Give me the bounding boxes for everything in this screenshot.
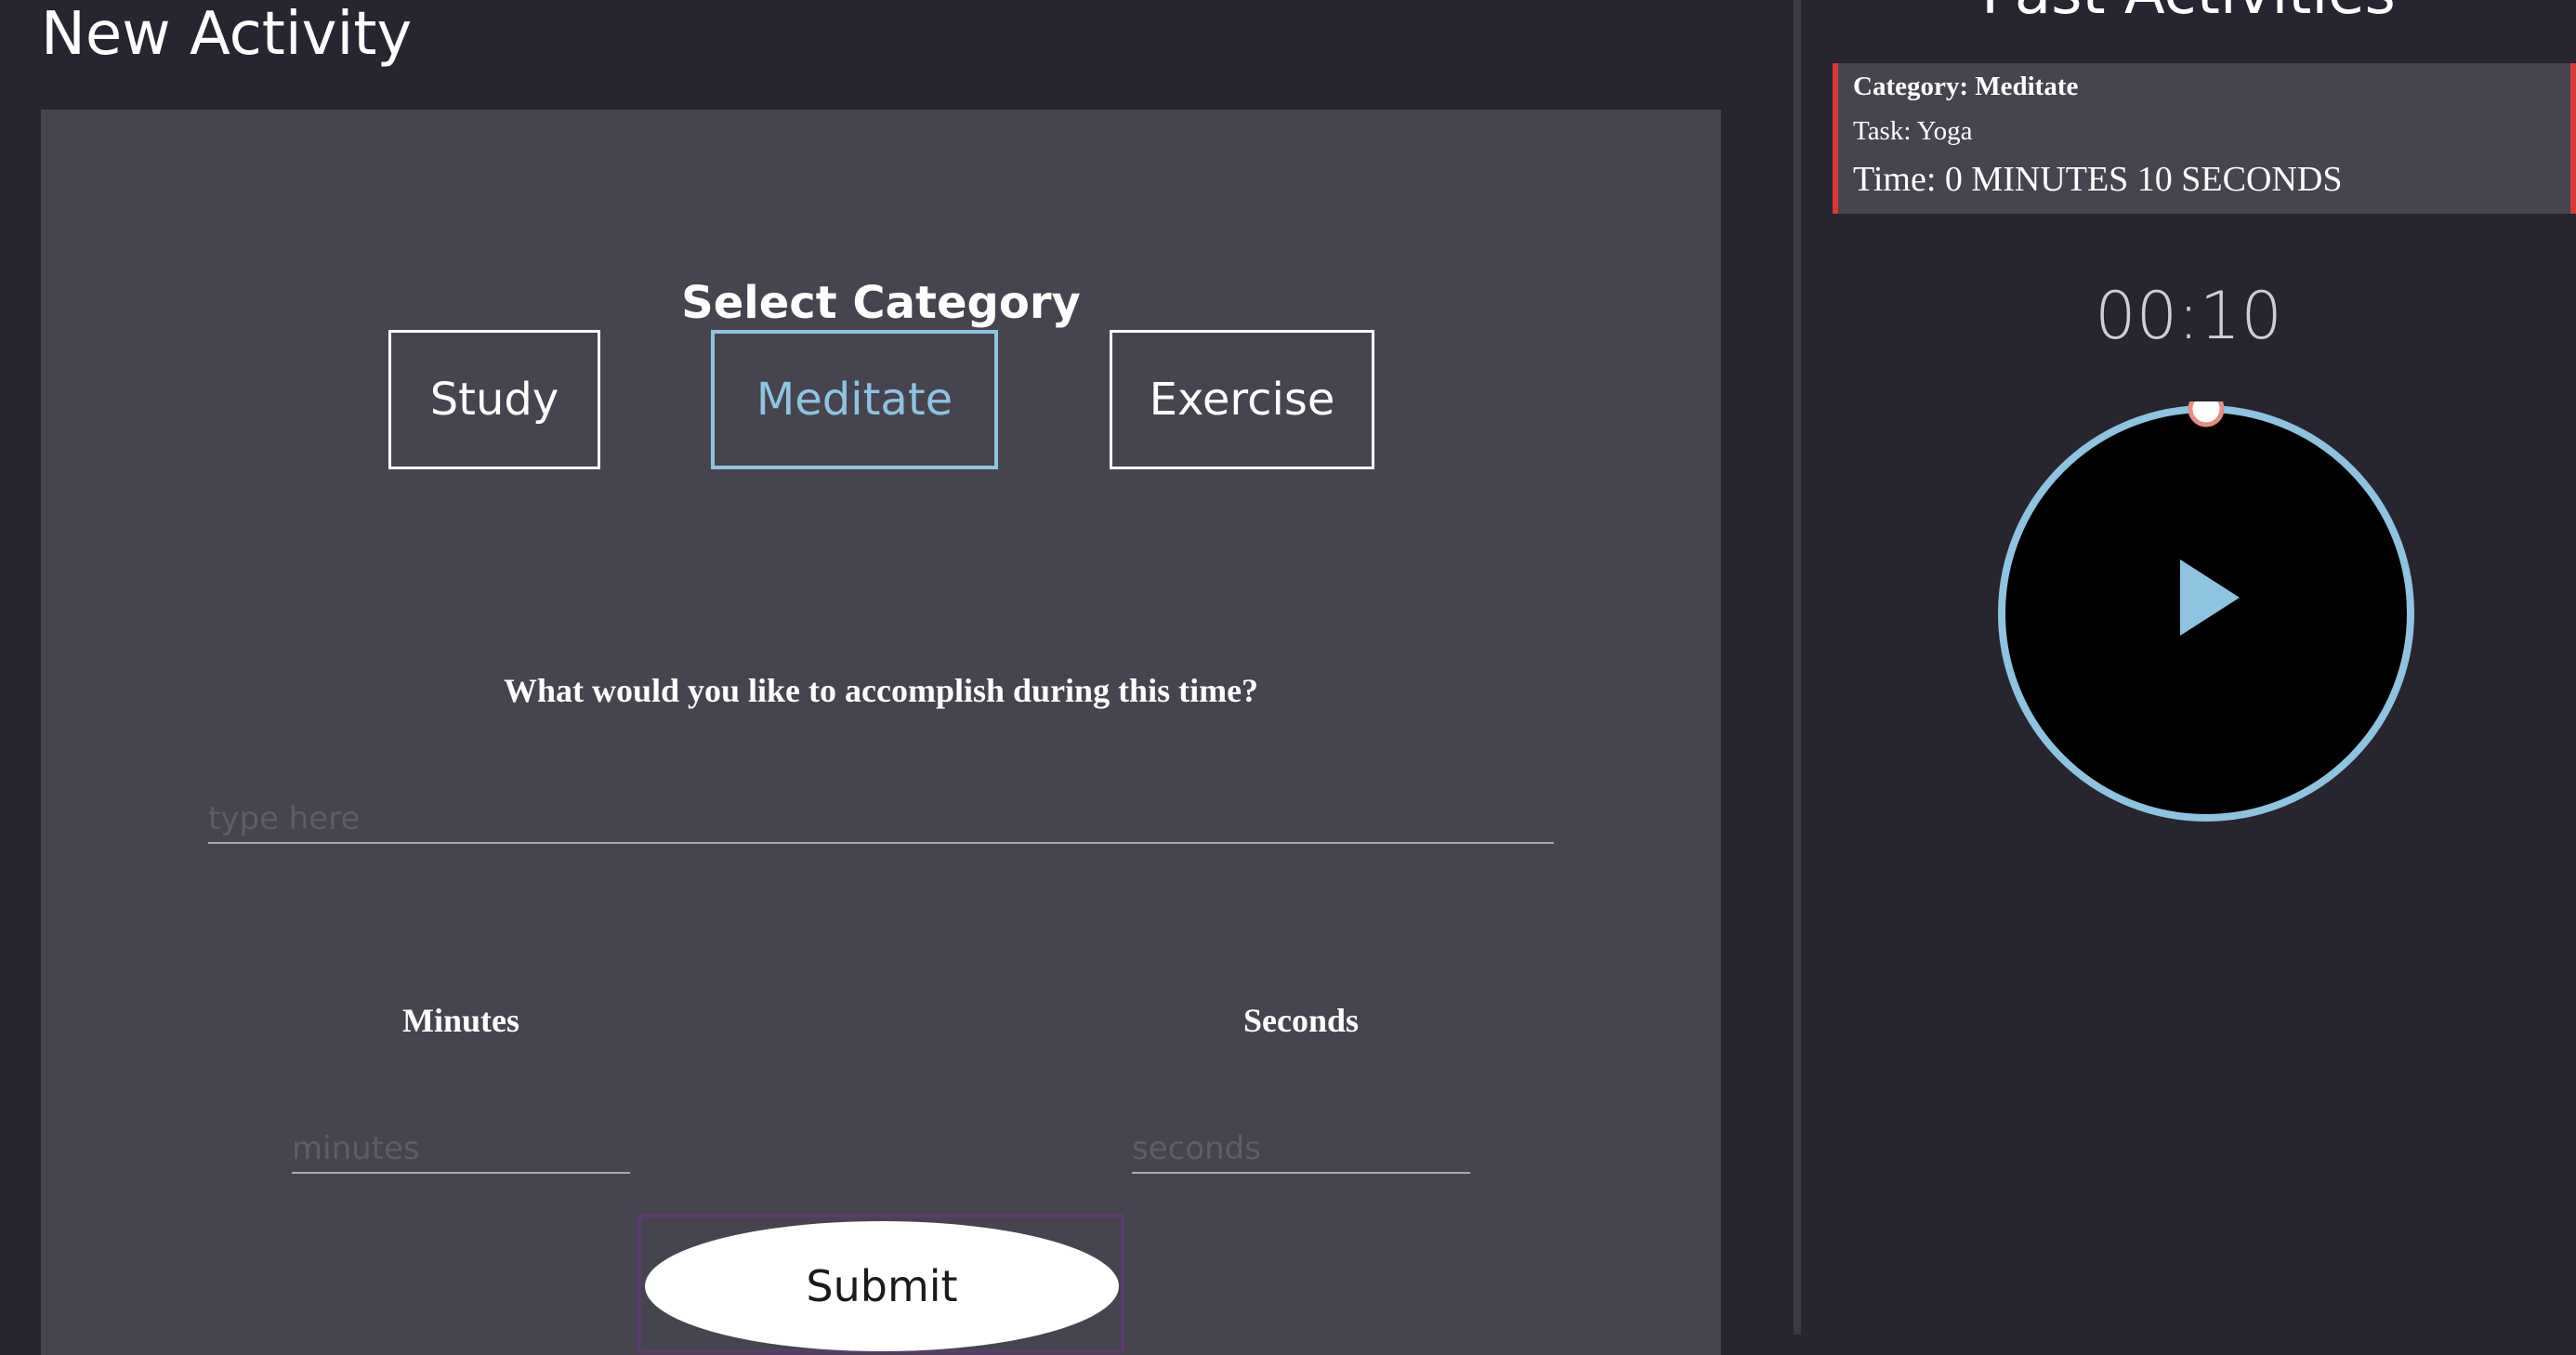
page-title: New Activity: [41, 0, 413, 69]
task-question: What would you like to accomplish during…: [503, 672, 1259, 709]
timer-progress-knob[interactable]: [2188, 401, 2225, 428]
past-activity-card[interactable]: Category: Meditate Task: Yoga Time: 0 MI…: [1833, 63, 2576, 214]
category-study-button[interactable]: Study: [388, 330, 600, 469]
minutes-label: Minutes: [402, 1002, 519, 1039]
play-icon[interactable]: [2176, 556, 2243, 639]
activity-category: Category: Meditate: [1853, 72, 2079, 101]
minutes-input[interactable]: [292, 1127, 630, 1174]
activity-task: Task: Yoga: [1853, 116, 1973, 146]
submit-button[interactable]: Submit: [645, 1221, 1119, 1351]
task-input[interactable]: [208, 797, 1554, 844]
seconds-input[interactable]: [1132, 1127, 1470, 1174]
past-activities-title: Past Activities: [1801, 0, 2576, 35]
timer-display: 00:10: [2095, 278, 2282, 354]
category-exercise-button[interactable]: Exercise: [1110, 330, 1374, 469]
new-activity-form: Select Category Study Meditate Exercise …: [41, 110, 1721, 1355]
past-activities-pane: Past Activities Category: Meditate Task:…: [1801, 0, 2576, 1335]
activity-time: Time: 0 MINUTES 10 SECONDS: [1853, 160, 2343, 199]
seconds-label: Seconds: [1242, 1002, 1360, 1039]
pane-divider: [1794, 0, 1801, 1335]
new-activity-pane: New Activity Select Category Study Medit…: [0, 0, 1794, 1355]
category-meditate-button[interactable]: Meditate: [711, 330, 998, 469]
select-category-title: Select Category: [681, 277, 1081, 329]
